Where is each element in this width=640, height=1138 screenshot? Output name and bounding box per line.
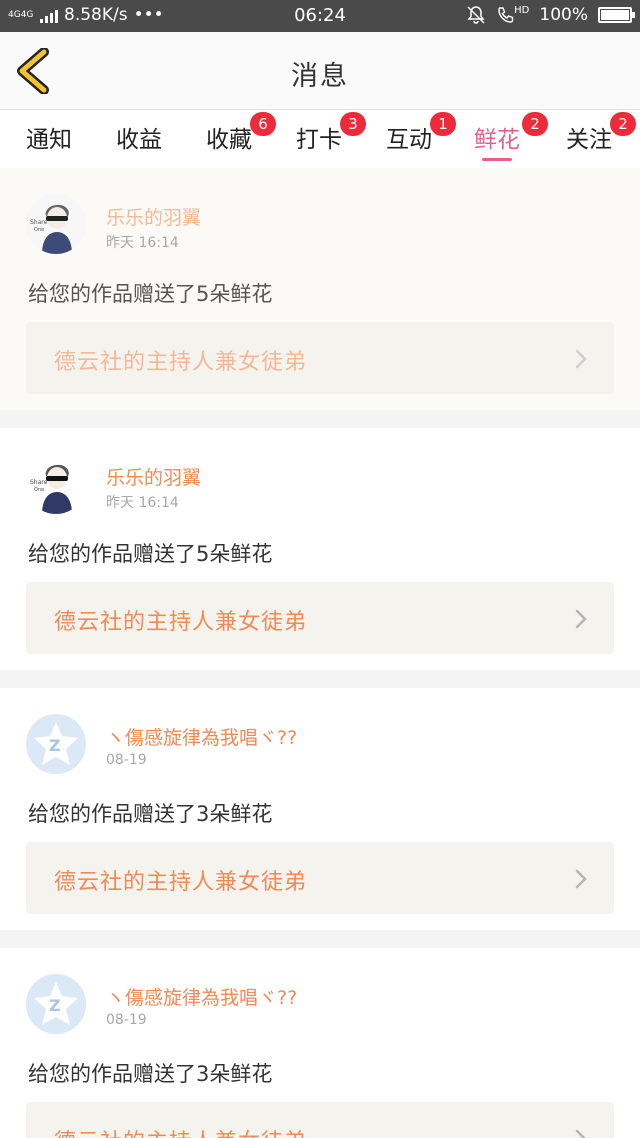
qq-default-avatar[interactable]: Z (26, 714, 86, 774)
message-feed: Share One 乐乐的羽翼 昨天 16:14 给您的作品赠送了5朵鲜花 德云… (0, 168, 640, 1138)
message-card[interactable]: Z ヽ傷感旋律為我唱ヾ?? 08-19 给您的作品赠送了3朵鲜花 德云社的主持人… (0, 688, 640, 930)
work-link[interactable]: 德云社的主持人兼女徒弟 (26, 1102, 614, 1138)
tab-label: 鲜花 (474, 127, 520, 153)
tab-badge: 3 (340, 112, 366, 136)
tab-badge: 2 (522, 112, 548, 136)
tab-badge: 1 (430, 112, 456, 136)
message-text: 给您的作品赠送了5朵鲜花 (28, 282, 273, 306)
work-link[interactable]: 德云社的主持人兼女徒弟 (26, 842, 614, 914)
message-time: 昨天 16:14 (106, 495, 179, 511)
sender-name[interactable]: ヽ傷感旋律為我唱ヾ?? (106, 983, 297, 1010)
chevron-right-icon (575, 869, 587, 889)
message-text: 给您的作品赠送了3朵鲜花 (28, 1062, 273, 1086)
svg-text:Z: Z (49, 736, 61, 755)
message-card[interactable]: Share One 乐乐的羽翼 昨天 16:14 给您的作品赠送了5朵鲜花 德云… (0, 428, 640, 670)
tab-label: 关注 (566, 127, 612, 153)
active-tab-indicator (482, 158, 512, 161)
svg-text:Share: Share (30, 219, 48, 226)
hd-call-icon: HD (496, 5, 529, 25)
page-title: 消息 (291, 61, 349, 92)
work-title: 德云社的主持人兼女徒弟 (54, 870, 308, 895)
status-bar: 4G4G 8.58K/s ••• 06:24 HD 100% (0, 0, 640, 32)
message-text: 给您的作品赠送了5朵鲜花 (28, 542, 273, 566)
tab-flowers[interactable]: 鲜花 2 (474, 112, 548, 161)
message-time: 08-19 (106, 1012, 147, 1028)
work-link[interactable]: 德云社的主持人兼女徒弟 (26, 322, 614, 394)
work-title: 德云社的主持人兼女徒弟 (54, 1124, 307, 1138)
tab-badge: 2 (610, 112, 636, 136)
work-link[interactable]: 德云社的主持人兼女徒弟 (26, 582, 614, 654)
message-time: 昨天 16:14 (106, 235, 179, 251)
svg-text:One: One (34, 487, 44, 493)
tab-label: 收藏 (206, 127, 252, 153)
tab-label: 互动 (386, 127, 432, 153)
tab-following[interactable]: 关注 2 (566, 112, 636, 154)
chevron-right-icon (575, 349, 587, 369)
work-title: 德云社的主持人兼女徒弟 (54, 350, 308, 375)
bell-muted-icon (467, 6, 485, 24)
svg-text:One: One (34, 227, 44, 233)
battery-percent: 100% (539, 5, 588, 25)
tab-label: 收益 (116, 127, 162, 153)
tab-label: 打卡 (296, 127, 342, 153)
message-card[interactable]: Share One 乐乐的羽翼 昨天 16:14 给您的作品赠送了5朵鲜花 德云… (0, 168, 640, 410)
sender-name[interactable]: ヽ傷感旋律為我唱ヾ?? (106, 723, 297, 750)
chevron-right-icon (575, 1129, 586, 1138)
status-right: HD 100% (466, 5, 635, 25)
tab-interactions[interactable]: 互动 1 (386, 112, 456, 154)
battery-icon (598, 7, 635, 23)
qq-default-avatar[interactable]: Z (26, 974, 86, 1034)
cartoon-boy-avatar[interactable]: Share One (26, 454, 86, 514)
phone-icon (498, 7, 514, 23)
work-title: 德云社的主持人兼女徒弟 (54, 610, 308, 635)
message-card[interactable]: Z ヽ傷感旋律為我唱ヾ?? 08-19 给您的作品赠送了3朵鲜花 德云社的主持人… (0, 948, 640, 1138)
tab-favorites[interactable]: 收藏 6 (206, 112, 276, 154)
message-time: 08-19 (106, 752, 147, 768)
header: 消息 (0, 32, 640, 110)
sender-name[interactable]: 乐乐的羽翼 (106, 203, 201, 230)
tab-notifications[interactable]: 通知 (26, 120, 72, 154)
tab-checkin[interactable]: 打卡 3 (296, 112, 366, 154)
hd-label: HD (514, 5, 530, 16)
cartoon-boy-avatar[interactable]: Share One (26, 194, 86, 254)
svg-text:Z: Z (49, 996, 61, 1015)
tab-badge: 6 (250, 112, 276, 136)
tab-label: 通知 (26, 127, 72, 153)
svg-text:Share: Share (30, 479, 48, 486)
message-text: 给您的作品赠送了3朵鲜花 (28, 802, 273, 826)
sender-name[interactable]: 乐乐的羽翼 (106, 463, 201, 490)
tab-bar: 通知 收益 收藏 6 打卡 3 互动 1 鲜花 2 关注 2 (0, 110, 640, 168)
tab-earnings[interactable]: 收益 (116, 120, 162, 154)
chevron-right-icon (575, 609, 587, 629)
